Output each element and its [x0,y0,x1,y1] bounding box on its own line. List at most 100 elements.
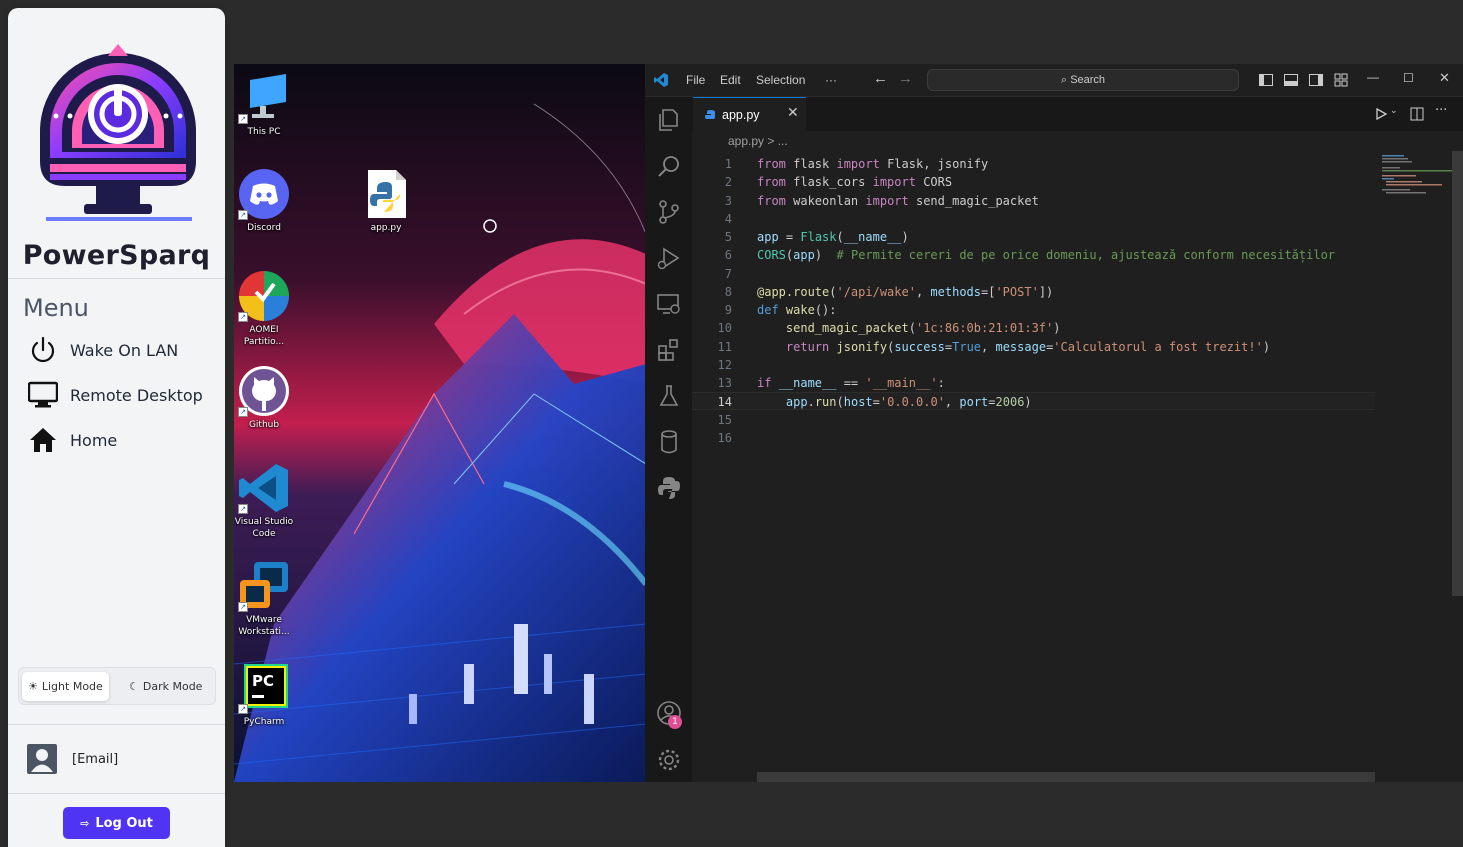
logout-button[interactable]: ⇨ Log Out [63,807,170,839]
menu-more[interactable]: ··· [825,73,837,87]
testing-icon[interactable] [656,383,682,409]
code-text: if __name__ == '__main__': [757,376,945,390]
customize-layout-icon[interactable] [1333,72,1349,88]
remote-desktop-view[interactable]: ↗ This PC ↗ Discord app.py ↗ AOMEI Parti… [234,64,1463,782]
desktop-icon-label: VMware Workstati... [238,615,290,637]
more-actions-icon[interactable]: ··· [1435,103,1447,118]
breadcrumb[interactable]: app.py > ... [692,131,1463,151]
code-line[interactable]: 7 [692,265,1375,283]
chevron-down-icon[interactable]: ⌄ [1390,106,1398,116]
nav-item-wake-on-lan[interactable]: Wake On LAN [28,334,218,366]
line-number: 16 [717,430,732,445]
line-number: 1 [724,157,732,171]
nav-item-remote-desktop[interactable]: Remote Desktop [28,379,218,411]
code-line[interactable]: 10 send_magic_packet('1c:86:0b:21:01:3f'… [692,319,1375,337]
split-editor-icon[interactable] [1410,107,1424,121]
desktop-icon-vmware[interactable]: ↗ VMware Workstati... [234,560,296,638]
extensions-icon[interactable] [656,337,682,363]
nav-item-home[interactable]: Home [28,424,218,456]
python-icon[interactable] [656,475,682,501]
maximize-icon[interactable]: ☐ [1403,71,1414,85]
code-text: send_magic_packet('1c:86:0b:21:01:3f') [785,321,1061,336]
user-info: [Email] [26,743,118,775]
desktop-icon-app-py[interactable]: app.py [354,168,418,234]
horizontal-scrollbar[interactable] [757,772,1375,782]
shortcut-arrow-icon: ↗ [238,602,248,612]
toggle-panel-icon[interactable] [1283,72,1299,88]
tab-app-py[interactable]: app.py ✕ [693,97,806,131]
remote-explorer-icon[interactable] [656,291,682,317]
desktop-icon-github[interactable]: ↗ Github [234,365,296,431]
close-window-icon[interactable]: ✕ [1439,70,1450,86]
moon-icon: ☾ [129,680,139,693]
explorer-icon[interactable] [656,107,682,133]
code-line[interactable]: 4 [692,210,1375,228]
shortcut-arrow-icon: ↗ [238,704,248,714]
code-text: from flask import Flask, jsonify [757,157,989,171]
line-number: 10 [717,321,732,336]
toggle-primary-sidebar-icon[interactable] [1258,72,1274,88]
line-number: 6 [724,248,732,263]
logout-label: Log Out [95,815,153,831]
minimize-icon[interactable]: — [1367,70,1379,84]
user-email: [Email] [72,751,119,767]
vscode-titlebar: File Edit Selection ··· ← → ⌕ Search — ☐… [645,64,1463,97]
desktop-icon-label: Discord [247,223,281,233]
source-control-icon[interactable] [656,199,682,225]
menu-file[interactable]: File [686,73,705,87]
brand-name: PowerSparq [22,240,211,271]
code-line[interactable]: 6 CORS(app) # Permite cereri de pe orice … [692,246,1375,264]
database-icon[interactable] [656,429,682,455]
code-line[interactable]: 12 [692,356,1375,374]
code-line[interactable]: 15 [692,411,1375,429]
theme-toggle: ☀ Light Mode ☾ Dark Mode [18,667,216,705]
desktop-icon-label: PyCharm [243,717,285,727]
run-icon[interactable] [1374,107,1388,121]
code-line[interactable]: 3 from wakeonlan import send_magic_packet [692,192,1375,210]
code-line[interactable]: 14 app.run(host='0.0.0.0', port=2006) [692,392,1375,411]
menu-edit[interactable]: Edit [720,73,741,87]
code-line[interactable]: 13 if __name__ == '__main__': [692,374,1375,392]
sun-icon: ☀ [28,680,38,693]
code-text: app.run(host='0.0.0.0', port=2006) [785,395,1032,410]
desktop-icon-pycharm[interactable]: PC ↗ PyCharm [234,662,296,728]
toggle-secondary-sidebar-icon[interactable] [1308,72,1324,88]
shortcut-arrow-icon: ↗ [238,210,248,220]
code-line[interactable]: 16 [692,429,1375,447]
dark-mode-button[interactable]: ☾ Dark Mode [123,672,208,701]
line-number: 12 [717,357,732,372]
code-text: @app.route('/api/wake', methods=['POST']… [757,284,1054,299]
code-line[interactable]: 2 from flask_cors import CORS [692,173,1375,191]
code-line[interactable]: 9 def wake(): [692,301,1375,319]
desktop-icon-discord[interactable]: ↗ Discord [234,168,296,234]
desktop-icon-vscode[interactable]: ↗ Visual Studio Code [234,462,296,540]
back-arrow-icon[interactable]: ← [873,70,888,87]
vscode-window: File Edit Selection ··· ← → ⌕ Search — ☐… [645,64,1463,782]
desktop-icon-this-pc[interactable]: ↗ This PC [234,72,296,138]
close-tab-icon[interactable]: ✕ [787,105,799,121]
search-sidebar-icon[interactable] [656,153,682,179]
command-search[interactable]: ⌕ Search [927,69,1239,91]
minimap[interactable] [1376,151,1463,771]
desktop-icon-aomei[interactable]: ↗ AOMEI Partitio... [234,270,296,348]
desktop-icon-label: Github [248,420,280,430]
light-mode-button[interactable]: ☀ Light Mode [22,672,109,701]
settings-gear-icon[interactable] [656,747,682,773]
menu-selection[interactable]: Selection [756,73,805,87]
desktop-icon-label: Visual Studio Code [234,517,294,539]
code-line[interactable]: 1 from flask import Flask, jsonify [692,155,1375,173]
line-number: 13 [717,376,732,390]
shortcut-arrow-icon: ↗ [238,407,248,417]
logout-icon: ⇨ [80,816,90,830]
power-icon [31,336,55,363]
code-line[interactable]: 8 @app.route('/api/wake', methods=['POST'… [692,283,1375,301]
desktop-icon-label: This PC [247,127,281,137]
code-editor[interactable]: 1 from flask import Flask, jsonify 2 from f… [692,151,1375,771]
line-number: 15 [717,412,732,427]
run-debug-icon[interactable] [656,245,682,271]
forward-arrow-icon[interactable]: → [898,70,913,87]
vertical-scrollbar[interactable] [1452,151,1463,596]
code-text: return jsonify(success=True, message='Ca… [785,339,1271,354]
code-line[interactable]: 11 return jsonify(success=True, message=… [692,338,1375,356]
code-line[interactable]: 5 app = Flask(__name__) [692,228,1375,246]
